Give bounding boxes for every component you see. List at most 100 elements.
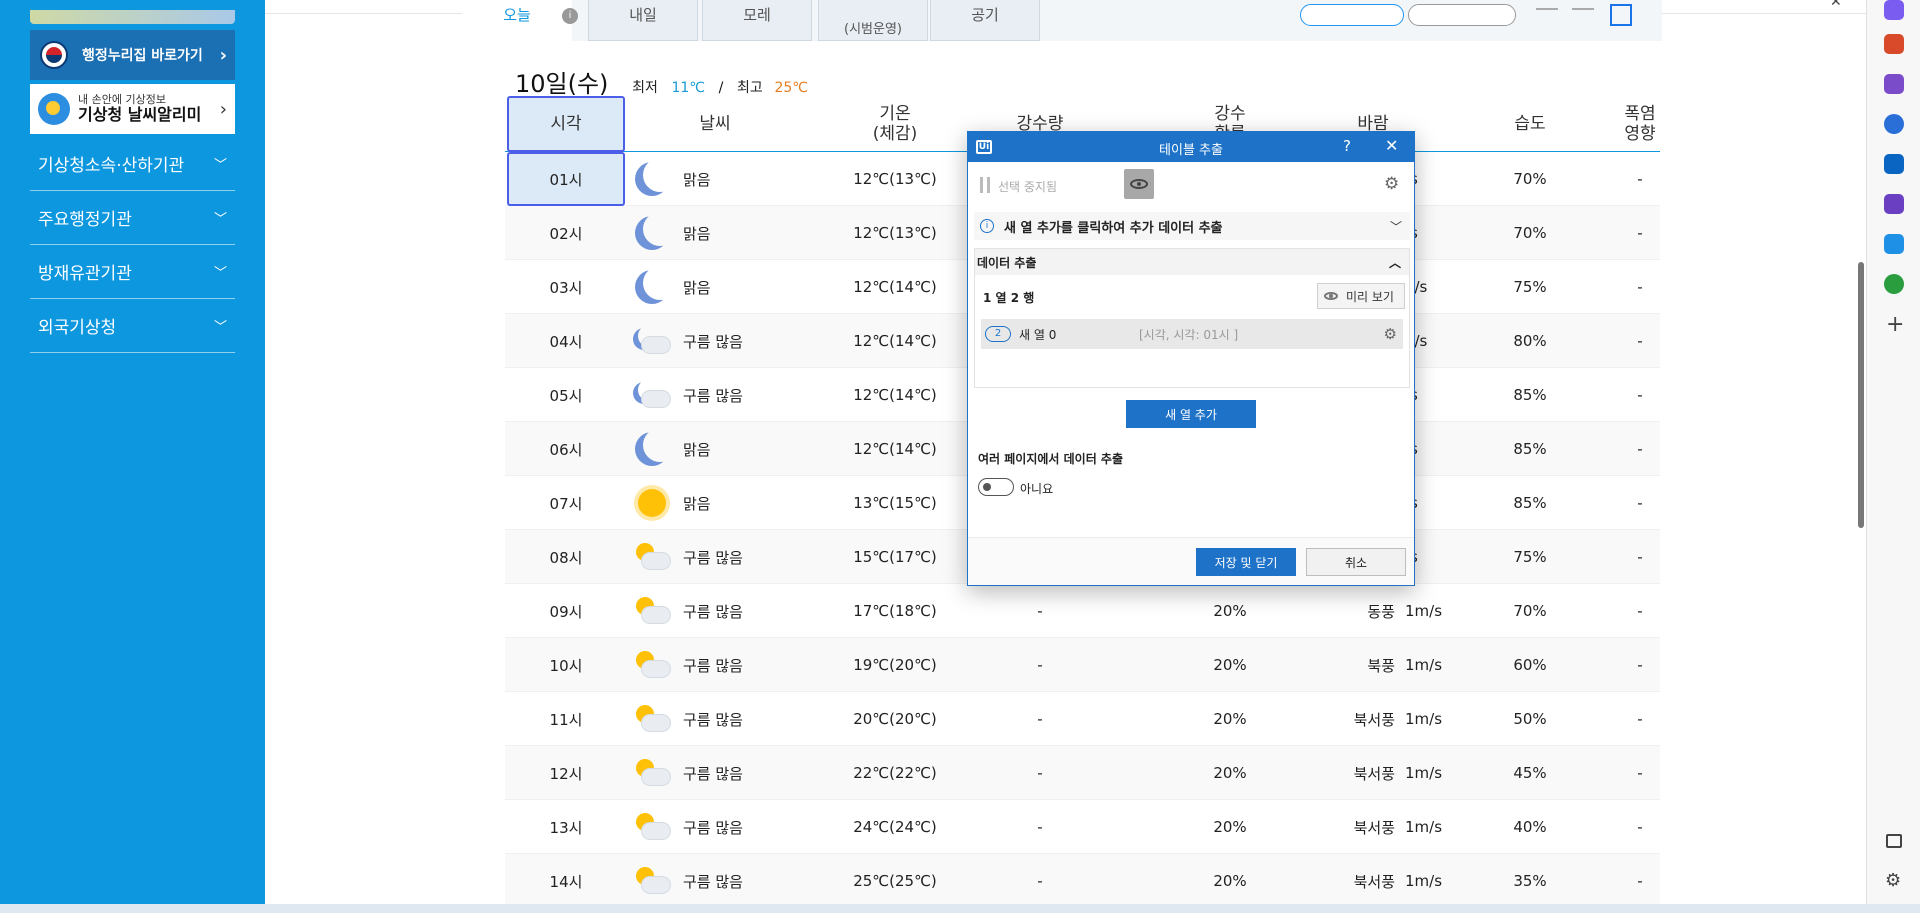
cell-condition: 맑음 [683,224,711,243]
gov-link-button[interactable]: 행정누리집 바로가기 › [30,30,235,80]
cell-wind-direction: 북서풍 [1353,710,1395,729]
tab-pilot[interactable]: (시범운영) [818,0,928,41]
info-banner[interactable]: i 새 열 추가를 클릭하여 추가 데이터 추출 ﹀ [974,212,1410,240]
max-label: 최고 [737,80,763,96]
column-row-counts: 1 열 2 행 [983,291,1035,305]
preview-button[interactable]: 미리 보기 [1317,283,1405,309]
sidebar-item-disaster[interactable]: 방재유관기관 ﹀ [30,245,235,299]
option-pill-1[interactable] [1300,4,1404,26]
close-icon[interactable]: ✕ [1830,0,1842,10]
cell-time[interactable]: 14시 [507,854,625,908]
cell-condition: 맑음 [683,278,711,297]
sidebar-item-affiliates[interactable]: 기상청소속·산하기관 ﹀ [30,137,235,191]
gear-icon[interactable]: ⚙ [1384,325,1397,343]
cell-humidity: 85% [1513,386,1547,404]
cancel-button[interactable]: 취소 [1306,548,1406,576]
moon-cloud-icon [632,323,672,359]
edit-icon[interactable] [1884,194,1904,214]
cell-humidity: 35% [1513,872,1547,890]
tab-today[interactable]: 오늘 [462,0,572,41]
add-column-button[interactable]: 새 열 추가 [1126,400,1256,428]
close-icon[interactable]: ✕ [1385,136,1398,155]
cell-temperature: 15℃(17℃) [853,548,937,566]
cell-time[interactable]: 02시 [507,206,625,260]
max-temp: 25℃ [774,80,808,96]
cell-time[interactable]: 04시 [507,314,625,368]
cell-time[interactable]: 07시 [507,476,625,530]
day-summary: 10일(수) 최저 11℃ / 최고 25℃ [515,64,808,99]
multi-page-toggle[interactable] [978,478,1014,496]
cell-condition: 구름 많음 [683,656,743,675]
highlight-toggle-button[interactable] [1124,169,1154,199]
sun-cloud-icon [632,647,672,683]
view-icon-1[interactable] [1536,8,1558,24]
chess-icon[interactable] [1884,74,1904,94]
save-close-button[interactable]: 저장 및 닫기 [1196,548,1296,576]
option-pill-2[interactable] [1408,4,1516,26]
dialog-titlebar[interactable]: Ui 테이블 추출 ? ✕ [968,132,1414,162]
sidebar-item-foreign[interactable]: 외국기상청 ﹀ [30,299,235,353]
shield-icon[interactable] [1884,0,1904,20]
cell-condition: 맑음 [683,170,711,189]
cell-time[interactable]: 09시 [507,584,625,638]
send-icon[interactable] [1884,234,1904,254]
toolbox-icon[interactable] [1884,34,1904,54]
table-row: 14시 구름 많음 25℃(25℃) - 20% 북서풍 1m/s 35% - [505,854,1660,908]
cell-wind-speed: 1m/s [1405,872,1443,890]
cell-time[interactable]: 01시 [507,152,625,206]
cell-time[interactable]: 03시 [507,260,625,314]
chevron-down-icon: ﹀ [213,266,227,281]
cell-heat-impact: - [1637,278,1643,296]
cell-heat-impact: - [1637,440,1643,458]
info-icon[interactable]: i [562,8,578,24]
cell-wind-speed: 1m/s [1405,764,1443,782]
sidebar-menu: 기상청소속·산하기관 ﹀ 주요행정기관 ﹀ 방재유관기관 ﹀ 외국기상청 ﹀ [30,137,235,353]
cell-temperature: 12℃(14℃) [853,278,937,296]
cell-probability: 20% [1213,710,1247,728]
cell-humidity: 75% [1513,548,1547,566]
sidebar-toggle-icon[interactable] [1886,834,1902,848]
vertical-scrollbar[interactable] [1858,262,1864,528]
cell-temperature: 25℃(25℃) [853,872,937,890]
cell-time[interactable]: 05시 [507,368,625,422]
browser-side-toolbar: + ⚙ [1866,0,1920,904]
section-header[interactable]: 데이터 추출 ︿ [975,249,1409,275]
header-temp: 기온 (체감) [872,103,918,144]
cell-time[interactable]: 10시 [507,638,625,692]
cell-time[interactable]: 11시 [507,692,625,746]
cell-wind-direction: 동풍 [1367,602,1395,621]
cell-time[interactable]: 12시 [507,746,625,800]
cell-probability: 20% [1213,656,1247,674]
cell-probability: 20% [1213,602,1247,620]
cell-condition: 구름 많음 [683,332,743,351]
cell-time[interactable]: 08시 [507,530,625,584]
header-weather: 날씨 [699,113,731,134]
view-icon-3[interactable] [1610,4,1632,26]
view-icon-2[interactable] [1572,8,1594,24]
sidebar-item-admin[interactable]: 주요행정기관 ﹀ [30,191,235,245]
tab-air[interactable]: 공기 [930,0,1040,41]
pause-icon[interactable] [980,177,990,193]
cell-condition: 구름 많음 [683,548,743,567]
preview-label: 미리 보기 [1346,289,1394,304]
cell-probability: 20% [1213,872,1247,890]
help-icon[interactable]: ? [1343,137,1351,155]
tab-day-after[interactable]: 모레 [702,0,812,41]
column-name: 새 열 0 [1019,327,1057,342]
cell-time[interactable]: 13시 [507,800,625,854]
chevron-up-icon: ︿ [1388,255,1401,270]
tab-tomorrow[interactable]: 내일 [588,0,698,41]
header-time[interactable]: 시각 [507,96,625,152]
copilot-icon[interactable] [1884,114,1904,134]
tree-icon[interactable] [1884,274,1904,294]
separator: / [718,80,724,96]
weather-alert-banner[interactable]: 내 손안에 기상정보 기상청 날씨알리미 › [30,84,235,134]
gear-icon[interactable]: ⚙ [1885,870,1901,891]
column-item[interactable]: 2 새 열 0 [시각, 시각: 01시 ] ⚙ [981,319,1403,349]
sun-cloud-icon [632,593,672,629]
chevron-down-icon: ﹀ [1389,219,1402,234]
add-icon[interactable]: + [1886,312,1904,337]
cell-time[interactable]: 06시 [507,422,625,476]
outlook-icon[interactable] [1884,154,1904,174]
gear-icon[interactable]: ⚙ [1384,174,1399,194]
